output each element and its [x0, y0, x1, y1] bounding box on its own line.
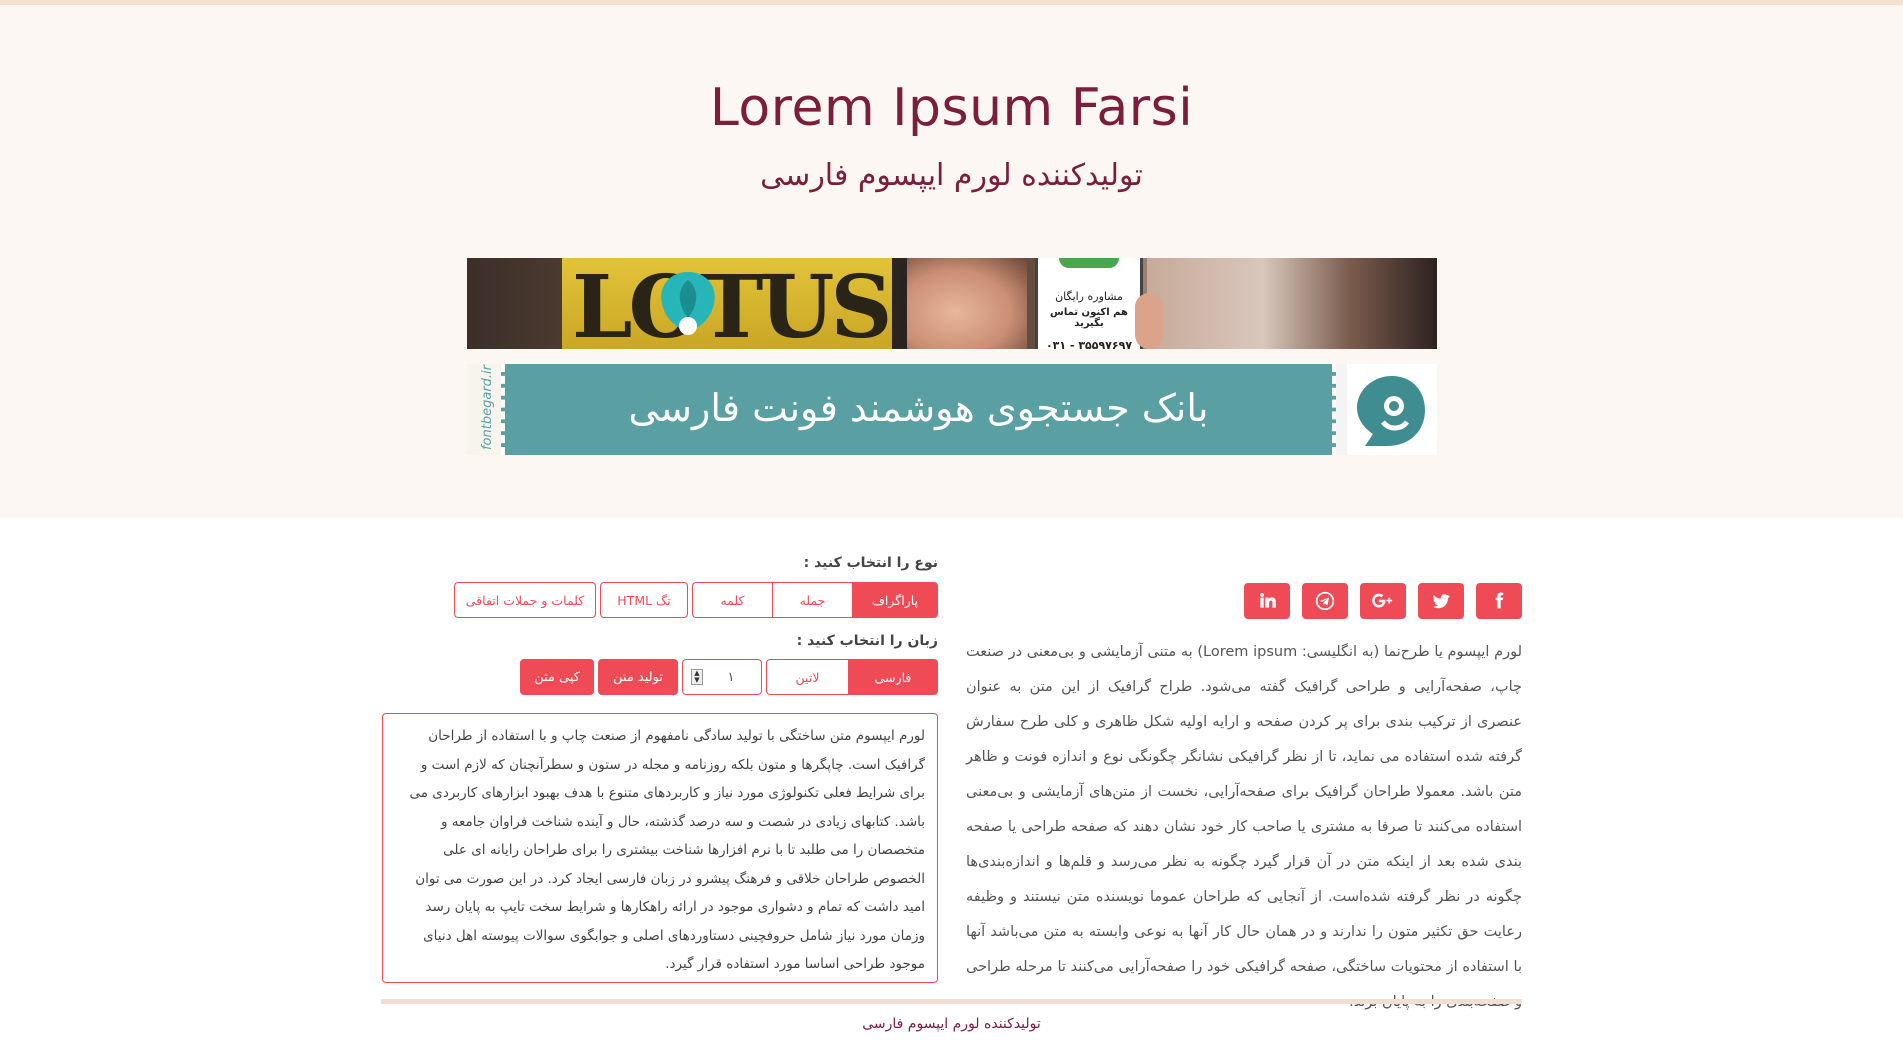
facebook-button[interactable]: [1476, 583, 1522, 619]
google-plus-button[interactable]: [1360, 583, 1406, 619]
page-subtitle: تولیدکننده لورم ایپسوم فارسی: [760, 158, 1143, 193]
type-label: نوع را انتخاب کنید :: [803, 555, 938, 571]
banner-thumb-image: [1135, 293, 1163, 349]
count-input[interactable]: [701, 660, 761, 694]
google-plus-icon: [1372, 593, 1393, 608]
generate-text-button[interactable]: تولید متن: [598, 659, 678, 695]
type-option-paragraph[interactable]: پاراگراف: [852, 582, 938, 618]
facebook-icon: [1495, 592, 1504, 609]
stepper-arrows-icon[interactable]: ▲ ▼: [691, 669, 703, 685]
footer-divider: [381, 999, 1522, 1004]
twitter-button[interactable]: [1418, 583, 1464, 619]
language-label: زبان را انتخاب کنید :: [796, 633, 938, 649]
banner-person-image: [1147, 258, 1437, 349]
card-phone: ۰۳۱ - ۳۵۵۹۷۶۹۷: [1045, 339, 1133, 349]
card-line-1: مشاوره رایگان: [1055, 290, 1123, 303]
language-option-latin[interactable]: لاتین: [766, 659, 848, 695]
count-stepper[interactable]: ▲▼: [682, 659, 762, 695]
leaf-icon: [1059, 258, 1119, 268]
type-option-random-words[interactable]: کلمات و جملات اتفاقی: [454, 582, 596, 618]
generated-text-output[interactable]: لورم ایپسوم متن ساختگی با تولید سادگی نا…: [382, 713, 938, 983]
language-and-actions-row: فارسی لاتین ▲▼ تولید متن کپی متن: [520, 659, 938, 695]
banner-brand-text: LOTUS: [562, 258, 892, 349]
language-option-farsi[interactable]: فارسی: [848, 659, 938, 695]
banner2-side-label: fontbegard.ir: [467, 364, 501, 455]
twitter-icon: [1432, 594, 1450, 609]
type-option-sentence[interactable]: جمله: [772, 582, 852, 618]
banner-contact-card: مشاوره رایگان هم اکنون تماس بگیرید ۰۳۱ -…: [1035, 258, 1143, 349]
lotus-icon: [661, 272, 715, 335]
banner2-side-text: fontbegard.ir: [480, 364, 496, 451]
copy-text-button[interactable]: کپی متن: [520, 659, 594, 695]
telegram-button[interactable]: [1302, 583, 1348, 619]
lorem-description: لورم ایپسوم یا طرح‌نما (به انگلیسی: Lore…: [966, 644, 1522, 1010]
linkedin-icon: [1260, 593, 1276, 608]
type-selector: پاراگراف جمله کلمه تگ HTML کلمات و جملات…: [454, 582, 938, 618]
social-share-bar: [1244, 583, 1522, 619]
ad-banner-lotus[interactable]: LOTUS مشاوره رایگان هم اکنون تماس بگیرید…: [467, 258, 1437, 349]
type-option-html-tag[interactable]: تگ HTML: [600, 582, 688, 618]
telegram-icon: [1315, 591, 1335, 611]
footer-text[interactable]: تولیدکننده لورم ایپسوم فارسی: [0, 1016, 1903, 1032]
type-option-word[interactable]: کلمه: [692, 582, 772, 618]
linkedin-button[interactable]: [1244, 583, 1290, 619]
banner-hand-image: [907, 258, 1027, 349]
card-line-2: هم اکنون تماس بگیرید: [1050, 307, 1128, 329]
page-header: Lorem Ipsum Farsi تولیدکننده لورم ایپسوم…: [0, 5, 1903, 518]
page-title: Lorem Ipsum Farsi: [709, 78, 1194, 138]
banner2-main-text: بانک جستجوی هوشمند فونت فارسی: [501, 364, 1336, 455]
banner2-logo: [1347, 364, 1437, 455]
ad-banner-fontbegard[interactable]: fontbegard.ir بانک جستجوی هوشمند فونت فا…: [467, 364, 1437, 455]
font-logo-icon: [1357, 376, 1425, 446]
